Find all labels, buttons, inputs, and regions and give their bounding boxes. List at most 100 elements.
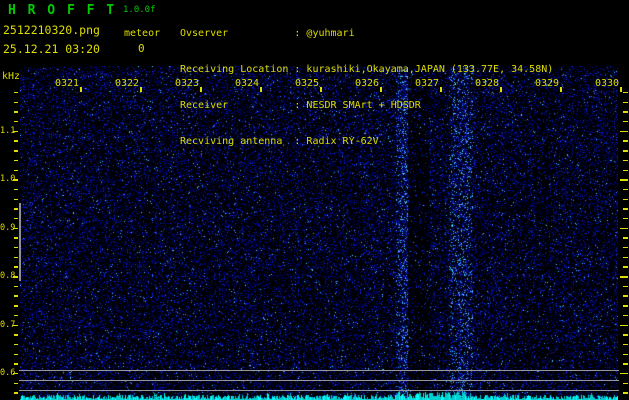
freq-minor-tick-right [623, 121, 628, 123]
freq-major-tick-right [620, 227, 628, 230]
freq-major-tick-right [620, 130, 628, 133]
info-value: kurashiki,Okayama,JAPAN (133.77E, 34.58N… [306, 64, 554, 75]
freq-label: 1.1 [0, 125, 16, 136]
freq-minor-tick-left [14, 111, 18, 113]
meteor-counter-value: 0 [138, 42, 145, 55]
freq-minor-tick-left [14, 169, 18, 171]
time-tick [620, 87, 622, 92]
station-info-row-observer: Ovserver: @yuhmari [180, 28, 355, 39]
time-label: 0321 [55, 78, 80, 89]
station-info: Ovserver: @yuhmari Receiving Location: k… [180, 4, 553, 172]
app-version: 1.0.0f [123, 5, 156, 15]
freq-minor-tick-left [14, 217, 18, 220]
info-label: Ovserver [180, 28, 229, 39]
time-label: 0322 [115, 78, 140, 89]
freq-minor-tick-left [14, 121, 18, 123]
freq-major-tick-left [13, 373, 18, 375]
reference-line [19, 380, 619, 381]
time-tick [140, 87, 142, 92]
freq-minor-tick-right [623, 140, 628, 142]
freq-minor-tick-left [14, 334, 18, 336]
freq-minor-tick-left [14, 101, 18, 104]
freq-label: 0.6 [0, 368, 16, 378]
info-label: Receiver [180, 100, 229, 111]
freq-minor-tick-right [623, 247, 628, 249]
output-filename: 2512210320.png [3, 23, 100, 37]
freq-minor-tick-right [623, 208, 628, 210]
freq-major-tick-right [620, 324, 628, 326]
freq-minor-tick-left [14, 198, 18, 200]
freq-minor-tick-left [14, 392, 18, 394]
freq-minor-tick-right [623, 285, 628, 288]
info-label: Receiving Location [180, 64, 289, 75]
freq-minor-tick-right [623, 217, 628, 220]
freq-minor-tick-right [623, 343, 628, 346]
freq-minor-tick-left [14, 382, 18, 385]
freq-marker-line [19, 203, 21, 281]
freq-minor-tick-right [623, 237, 628, 239]
meteor-counter-label: meteor [124, 28, 161, 39]
freq-major-tick-left [13, 276, 18, 278]
freq-minor-tick-left [14, 150, 18, 152]
freq-label: 0.8 [0, 271, 16, 282]
freq-minor-tick-left [14, 256, 18, 259]
freq-minor-tick-left [14, 353, 18, 356]
info-value: Radix RY-62V [306, 136, 379, 147]
freq-minor-tick-right [623, 382, 628, 385]
reference-line [19, 390, 619, 391]
freq-minor-tick-left [14, 266, 18, 268]
freq-minor-tick-left [14, 314, 18, 317]
station-info-row-receiver: Receiver: NESDR SMArt + HDSDR [180, 100, 421, 111]
time-tick [80, 87, 82, 92]
freq-minor-tick-right [623, 256, 628, 259]
freq-minor-tick-right [623, 169, 628, 171]
freq-minor-tick-left [14, 159, 18, 162]
freq-minor-tick-right [623, 392, 628, 394]
freq-minor-tick-right [623, 266, 628, 268]
freq-minor-tick-right [623, 305, 628, 307]
freq-minor-tick-left [14, 188, 18, 191]
freq-minor-tick-left [14, 208, 18, 210]
freq-minor-tick-right [623, 353, 628, 356]
station-info-row-antenna: Recviving antenna: Radix RY-62V [180, 136, 379, 147]
time-label: 0330 [595, 78, 620, 89]
record-datetime: 25.12.21 03:20 [3, 42, 100, 56]
freq-minor-tick-right [623, 188, 628, 191]
info-value: @yuhmari [306, 28, 355, 39]
freq-minor-tick-left [14, 305, 18, 307]
hrofft-window: H R O F F T 1.0.0f 2512210320.png meteor… [0, 0, 629, 400]
freq-major-tick-left [13, 130, 18, 133]
freq-major-tick-left [13, 179, 18, 181]
freq-major-tick-left [13, 227, 18, 230]
info-label: Recviving antenna [180, 136, 283, 147]
freq-minor-tick-right [623, 295, 628, 297]
freq-major-tick-left [13, 324, 18, 326]
freq-major-tick-right [620, 276, 628, 278]
freq-minor-tick-left [14, 92, 18, 94]
freq-minor-tick-right [623, 363, 628, 365]
freq-minor-tick-right [623, 159, 628, 162]
freq-minor-tick-right [623, 111, 628, 113]
time-tick [560, 87, 562, 92]
freq-minor-tick-right [623, 314, 628, 317]
freq-minor-tick-left [14, 140, 18, 142]
station-info-row-location: Receiving Location: kurashiki,Okayama,JA… [180, 64, 554, 75]
freq-minor-tick-right [623, 198, 628, 200]
freq-minor-tick-left [14, 363, 18, 365]
freq-label: 0.9 [0, 222, 16, 233]
freq-minor-tick-left [14, 285, 18, 288]
app-title: H R O F F T [8, 3, 117, 18]
freq-minor-tick-right [623, 101, 628, 104]
freq-axis-unit: kHz [2, 71, 21, 82]
freq-minor-tick-left [14, 247, 18, 249]
freq-minor-tick-left [14, 237, 18, 239]
freq-label: 0.7 [0, 319, 16, 330]
freq-minor-tick-right [623, 92, 628, 94]
freq-minor-tick-right [623, 150, 628, 152]
freq-minor-tick-left [14, 343, 18, 346]
freq-minor-tick-left [14, 295, 18, 297]
freq-major-tick-right [620, 179, 628, 181]
freq-minor-tick-right [623, 334, 628, 336]
info-value: NESDR SMArt + HDSDR [306, 100, 421, 111]
reference-line [19, 370, 619, 371]
